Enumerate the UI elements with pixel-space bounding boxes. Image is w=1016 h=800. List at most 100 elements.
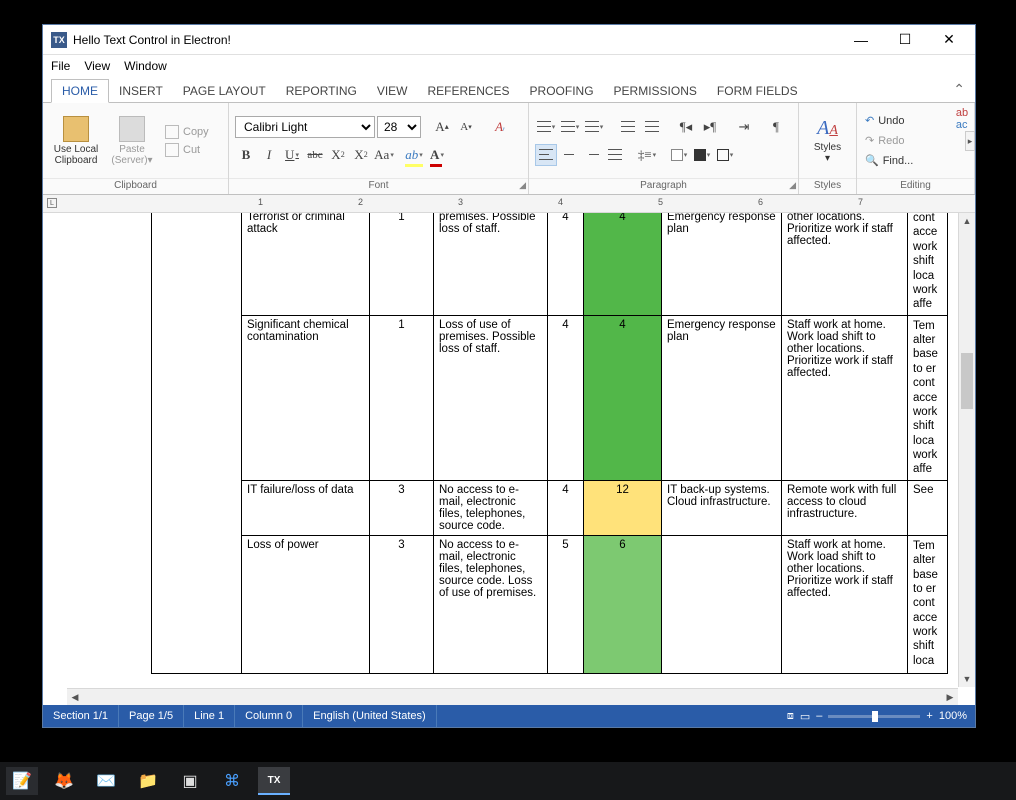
shrink-font-button[interactable]: A▾: [455, 116, 477, 138]
align-left-button[interactable]: [535, 144, 557, 166]
shading-button[interactable]: ▾: [668, 144, 690, 166]
cell-desc[interactable]: No access to e-mail, electronic files, t…: [434, 480, 548, 535]
underline-button[interactable]: U▾: [281, 144, 303, 166]
subscript-button[interactable]: X2: [327, 144, 349, 166]
ribbon-collapse-icon[interactable]: ⌃: [953, 81, 965, 98]
undo-button[interactable]: ↶Undo: [861, 111, 909, 131]
status-line[interactable]: Line 1: [184, 705, 235, 727]
cell-overflow[interactable]: Tem alter base to er cont acce work shif…: [908, 535, 948, 673]
line-spacing-button[interactable]: ‡≡▾: [636, 144, 658, 166]
taskbar-mail-icon[interactable]: ✉️: [90, 767, 122, 795]
cell-risk[interactable]: Loss of power: [242, 535, 370, 673]
clear-formatting-button[interactable]: Aᵧ: [489, 116, 511, 138]
cell-likelihood[interactable]: 1: [370, 213, 434, 315]
bullets-button[interactable]: ▾: [535, 116, 557, 138]
fit-page-icon[interactable]: ▭: [800, 710, 810, 723]
cell-likelihood[interactable]: 3: [370, 535, 434, 673]
highlight-button[interactable]: ab▾: [403, 144, 425, 166]
menu-window[interactable]: Window: [124, 59, 167, 73]
font-size-select[interactable]: 28: [377, 116, 421, 138]
frame-fill-button[interactable]: ▾: [691, 144, 713, 166]
change-case-button[interactable]: Aa▾: [373, 144, 395, 166]
taskbar-txcontrol-icon[interactable]: TX: [258, 767, 290, 795]
horizontal-ruler[interactable]: L 1 2 3 4 5 6 7: [43, 195, 975, 213]
table-row[interactable]: IT failure/loss of data 3 No access to e…: [152, 480, 948, 535]
document-page[interactable]: Terrorist or criminal attack 1 premises.…: [43, 213, 975, 705]
taskbar-firefox-icon[interactable]: 🦊: [48, 767, 80, 795]
redo-button[interactable]: ↷Redo: [861, 131, 909, 151]
table-row[interactable]: Significant chemical contamination 1 Los…: [152, 315, 948, 480]
font-launcher-icon[interactable]: ◢: [519, 180, 526, 191]
cell-plan[interactable]: [662, 535, 782, 673]
scroll-right-icon[interactable]: ▶: [942, 689, 958, 705]
indent-button[interactable]: [641, 116, 663, 138]
borders-button[interactable]: ▾: [714, 144, 736, 166]
scroll-down-icon[interactable]: ▼: [959, 671, 975, 687]
font-name-select[interactable]: Calibri Light: [235, 116, 375, 138]
scroll-left-icon[interactable]: ◀: [67, 689, 83, 705]
status-language[interactable]: English (United States): [303, 705, 437, 727]
tabstop-button[interactable]: ⇥: [733, 116, 755, 138]
cell-mitigation[interactable]: Staff work at home. Work load shift to o…: [782, 315, 908, 480]
use-local-clipboard-button[interactable]: Use Local Clipboard: [49, 108, 103, 174]
paragraph-launcher-icon[interactable]: ◢: [789, 180, 796, 191]
cell-plan[interactable]: Emergency response plan: [662, 213, 782, 315]
table-row[interactable]: Loss of power 3 No access to e-mail, ele…: [152, 535, 948, 673]
cell-impact[interactable]: 4: [548, 315, 584, 480]
cell-score[interactable]: 12: [584, 480, 662, 535]
cell-plan[interactable]: IT back-up systems. Cloud infrastructure…: [662, 480, 782, 535]
numbering-button[interactable]: ▾: [559, 116, 581, 138]
cell-desc[interactable]: No access to e-mail, electronic files, t…: [434, 535, 548, 673]
vertical-scrollbar[interactable]: ▲ ▼: [958, 213, 975, 687]
cell-likelihood[interactable]: 1: [370, 315, 434, 480]
taskbar-vscode-icon[interactable]: ⌘: [216, 767, 248, 795]
multilevel-button[interactable]: ▾: [583, 116, 605, 138]
tab-reporting[interactable]: REPORTING: [276, 80, 367, 102]
close-button[interactable]: ✕: [927, 26, 971, 54]
cell-score[interactable]: 4: [584, 315, 662, 480]
zoom-out-button[interactable]: –: [816, 710, 822, 722]
cell-risk[interactable]: Significant chemical contamination: [242, 315, 370, 480]
cell-overflow[interactable]: Tem alter base to er cont acce work shif…: [908, 315, 948, 480]
cell-risk[interactable]: IT failure/loss of data: [242, 480, 370, 535]
align-right-button[interactable]: [581, 144, 603, 166]
scroll-thumb[interactable]: [961, 353, 973, 409]
tab-insert[interactable]: INSERT: [109, 80, 173, 102]
outdent-button[interactable]: [617, 116, 639, 138]
taskbar-notes-icon[interactable]: 📝: [6, 767, 38, 795]
cell-impact[interactable]: 4: [548, 213, 584, 315]
taskbar-files-icon[interactable]: 📁: [132, 767, 164, 795]
taskbar-terminal-icon[interactable]: ▣: [174, 767, 206, 795]
font-color-button[interactable]: A▾: [426, 144, 448, 166]
cell-impact[interactable]: 5: [548, 535, 584, 673]
cell-desc[interactable]: Loss of use of premises. Possible loss o…: [434, 315, 548, 480]
grow-font-button[interactable]: A▴: [431, 116, 453, 138]
tab-home[interactable]: HOME: [51, 79, 109, 103]
status-column[interactable]: Column 0: [235, 705, 303, 727]
tab-references[interactable]: REFERENCES: [418, 80, 520, 102]
zoom-in-button[interactable]: +: [926, 710, 932, 722]
tab-permissions[interactable]: PERMISSIONS: [604, 80, 707, 102]
strike-button[interactable]: abc: [304, 144, 326, 166]
copy-button[interactable]: Copy: [161, 124, 213, 140]
superscript-button[interactable]: X2: [350, 144, 372, 166]
styles-button[interactable]: AA Styles▾: [805, 108, 850, 174]
risk-table[interactable]: Terrorist or criminal attack 1 premises.…: [151, 213, 948, 674]
cut-button[interactable]: Cut: [161, 142, 213, 158]
cell-impact[interactable]: 4: [548, 480, 584, 535]
cell-score[interactable]: 4: [584, 213, 662, 315]
fit-width-icon[interactable]: ⧈: [787, 710, 794, 723]
replace-icon[interactable]: abac: [956, 107, 968, 131]
cell-overflow[interactable]: See: [908, 480, 948, 535]
menu-view[interactable]: View: [84, 59, 110, 73]
paste-button[interactable]: Paste (Server)▾: [105, 108, 159, 174]
cell-desc[interactable]: premises. Possible loss of staff.: [434, 213, 548, 315]
align-center-button[interactable]: [558, 144, 580, 166]
tab-proofing[interactable]: PROOFING: [520, 80, 604, 102]
cell-plan[interactable]: Emergency response plan: [662, 315, 782, 480]
zoom-level[interactable]: 100%: [939, 710, 967, 722]
zoom-slider[interactable]: [828, 715, 920, 718]
ltr-button[interactable]: ¶◂: [675, 116, 697, 138]
maximize-button[interactable]: ☐: [883, 26, 927, 54]
align-justify-button[interactable]: [604, 144, 626, 166]
